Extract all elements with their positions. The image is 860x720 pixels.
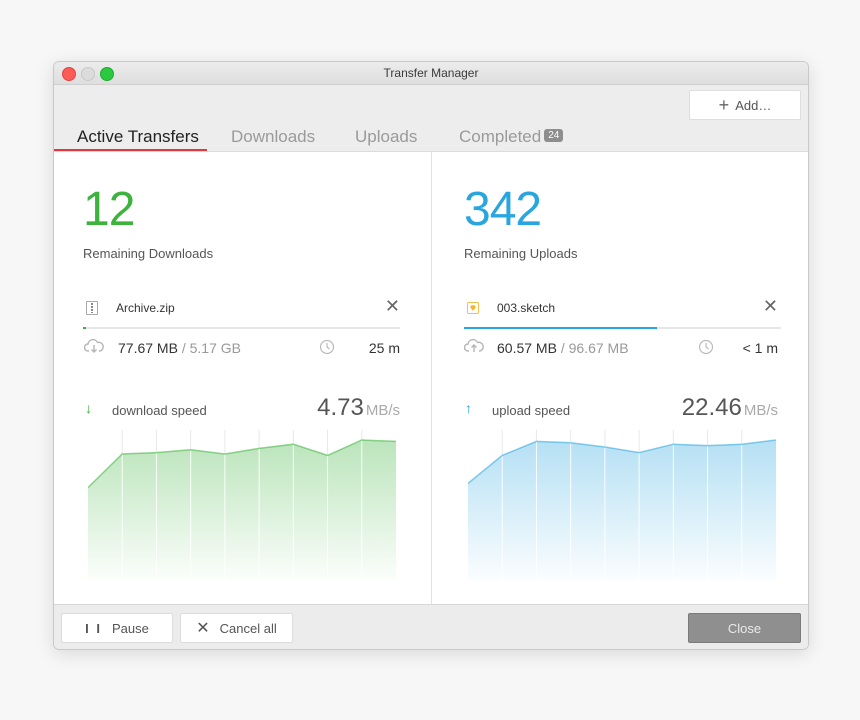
speed-area xyxy=(468,440,776,580)
add-button-label: Add… xyxy=(735,97,772,113)
tab-bar: Active Transfers Downloads Uploads Compl… xyxy=(54,123,654,151)
active-tab-indicator xyxy=(54,149,207,151)
speed-area xyxy=(88,440,396,580)
zip-file-icon xyxy=(86,301,98,315)
upload-file-name: 003.sketch xyxy=(497,301,556,315)
tab-label: Active Transfers xyxy=(77,127,199,146)
cancel-all-label: Cancel all xyxy=(219,620,277,636)
arrow-up-icon: ↑ xyxy=(465,400,472,416)
download-size: 77.67 MB / 5.17 GB xyxy=(118,340,241,356)
upload-size-total: / 96.67 MB xyxy=(560,340,629,356)
upload-progress-bar xyxy=(464,327,781,329)
download-speed-chart xyxy=(88,430,396,580)
close-icon: ✕ xyxy=(196,620,210,637)
upload-time-remaining: < 1 m xyxy=(742,340,778,356)
downloads-panel: 12 Remaining Downloads Archive.zip ✕ 77.… xyxy=(54,152,430,604)
download-progress-bar xyxy=(83,327,400,329)
tab-completed[interactable]: Completed 24 xyxy=(459,127,564,147)
pause-icon: I I xyxy=(85,620,102,636)
pause-button-label: Pause xyxy=(111,620,149,636)
tab-label: Downloads xyxy=(231,127,316,146)
pause-button[interactable]: I I Pause xyxy=(61,613,173,643)
remaining-downloads-count: 12 xyxy=(83,183,135,236)
completed-count-badge: 24 xyxy=(544,129,564,142)
add-button[interactable]: + Add… xyxy=(689,90,801,120)
upload-speed-number: 22.46 xyxy=(681,394,742,421)
upload-speed-unit: MB/s xyxy=(743,402,778,419)
download-time-remaining: 25 m xyxy=(368,340,400,356)
tab-downloads[interactable]: Downloads xyxy=(231,127,315,147)
download-size-total: / 5.17 GB xyxy=(181,340,241,356)
close-button-label: Close xyxy=(727,620,762,636)
header: + Add… Active Transfers Downloads Upload… xyxy=(54,85,808,152)
clock-icon xyxy=(698,339,714,355)
close-button[interactable]: Close xyxy=(688,613,801,643)
upload-speed-value: 22.46 MB/s xyxy=(682,394,778,422)
download-speed-number: 4.73 xyxy=(317,394,364,421)
tab-label: Completed xyxy=(459,127,542,146)
download-size-done: 77.67 MB xyxy=(118,340,178,356)
title-bar: Transfer Manager xyxy=(54,62,808,85)
download-progress-fill xyxy=(83,327,87,329)
arrow-down-icon: ↓ xyxy=(85,400,92,416)
upload-size-done: 60.57 MB xyxy=(497,340,557,356)
download-file-name: Archive.zip xyxy=(116,301,175,315)
download-speed-label: download speed xyxy=(112,403,207,418)
window-title: Transfer Manager xyxy=(383,66,479,80)
remaining-uploads-count: 342 xyxy=(464,183,542,236)
clock-icon xyxy=(319,339,335,355)
download-speed-unit: MB/s xyxy=(365,402,400,419)
cloud-upload-icon xyxy=(464,338,484,352)
sketch-file-icon xyxy=(467,302,479,314)
footer-bar: I I Pause ✕ Cancel all Close xyxy=(54,604,808,649)
cancel-upload-icon[interactable]: ✕ xyxy=(763,296,778,317)
upload-speed-label: upload speed xyxy=(492,403,571,418)
cancel-all-button[interactable]: ✕ Cancel all xyxy=(180,613,293,643)
upload-size: 60.57 MB / 96.67 MB xyxy=(497,340,629,356)
tab-uploads[interactable]: Uploads xyxy=(355,127,417,147)
download-speed-value: 4.73 MB/s xyxy=(317,394,400,422)
cancel-download-icon[interactable]: ✕ xyxy=(385,296,400,317)
cloud-download-icon xyxy=(84,338,104,353)
uploads-panel: 342 Remaining Uploads 003.sketch ✕ 60.57… xyxy=(431,152,808,604)
tab-active-transfers[interactable]: Active Transfers xyxy=(77,127,199,147)
plus-icon: + xyxy=(718,95,730,115)
upload-speed-chart xyxy=(468,430,776,580)
upload-progress-fill xyxy=(464,327,658,329)
tab-label: Uploads xyxy=(355,127,418,146)
remaining-uploads-label: Remaining Uploads xyxy=(464,246,578,261)
transfer-manager-window: Transfer Manager + Add… Active Transfers… xyxy=(53,61,809,650)
remaining-downloads-label: Remaining Downloads xyxy=(83,246,214,261)
